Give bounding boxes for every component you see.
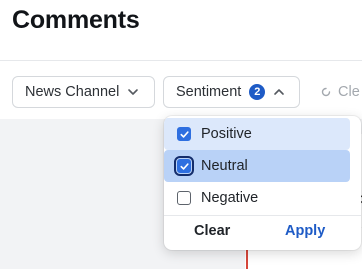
clear-filters-label: Cle [338,84,360,100]
header-divider [0,60,362,61]
news-channel-filter-label: News Channel [25,84,120,100]
page-title: Comments [12,6,140,34]
chevron-up-icon [274,89,285,95]
sentiment-dropdown: Positive Neutral Negative Clear Apply [164,116,361,250]
checkbox-unchecked-icon[interactable] [177,191,191,205]
chevron-down-icon [128,89,139,95]
reset-icon [321,87,331,97]
dropdown-actions: Clear Apply [164,216,361,250]
sentiment-count-badge: 2 [249,84,266,100]
sentiment-option-neutral[interactable]: Neutral [164,150,350,182]
checkbox-checked-icon[interactable] [174,156,194,176]
background-accent-bar [246,250,248,269]
apply-button[interactable]: Apply [285,223,325,239]
option-label: Positive [201,126,252,142]
sentiment-option-positive[interactable]: Positive [164,118,350,150]
option-label: Neutral [201,158,248,174]
sentiment-filter-label: Sentiment [176,84,242,100]
option-label: Negative [201,190,259,206]
sentiment-filter-button[interactable]: Sentiment 2 [163,76,300,108]
news-channel-filter-button[interactable]: News Channel [12,76,155,108]
sentiment-option-negative[interactable]: Negative [164,182,350,214]
clear-filters-button[interactable]: Cle [320,76,360,108]
clear-button[interactable]: Clear [194,223,230,239]
checkbox-checked-icon[interactable] [177,127,191,141]
